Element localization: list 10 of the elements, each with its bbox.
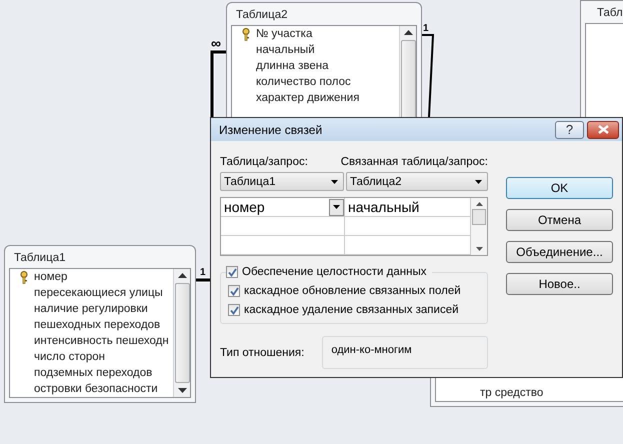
field-label: Тип отношения: (220, 346, 304, 358)
table-title: Таблица1 (13, 251, 66, 266)
cardinality-label: 1 (200, 268, 206, 278)
cardinality-label: 1 (423, 24, 429, 34)
cardinality-label: ∞ (211, 38, 221, 48)
relation-type-field: один-ко-многим (322, 336, 488, 369)
field-label: Связанная таблица/запрос: (340, 156, 488, 168)
table-title: Табл (596, 6, 623, 21)
field-label: Таблица/запрос: (220, 156, 309, 168)
table-title: Таблица2 (235, 8, 288, 23)
